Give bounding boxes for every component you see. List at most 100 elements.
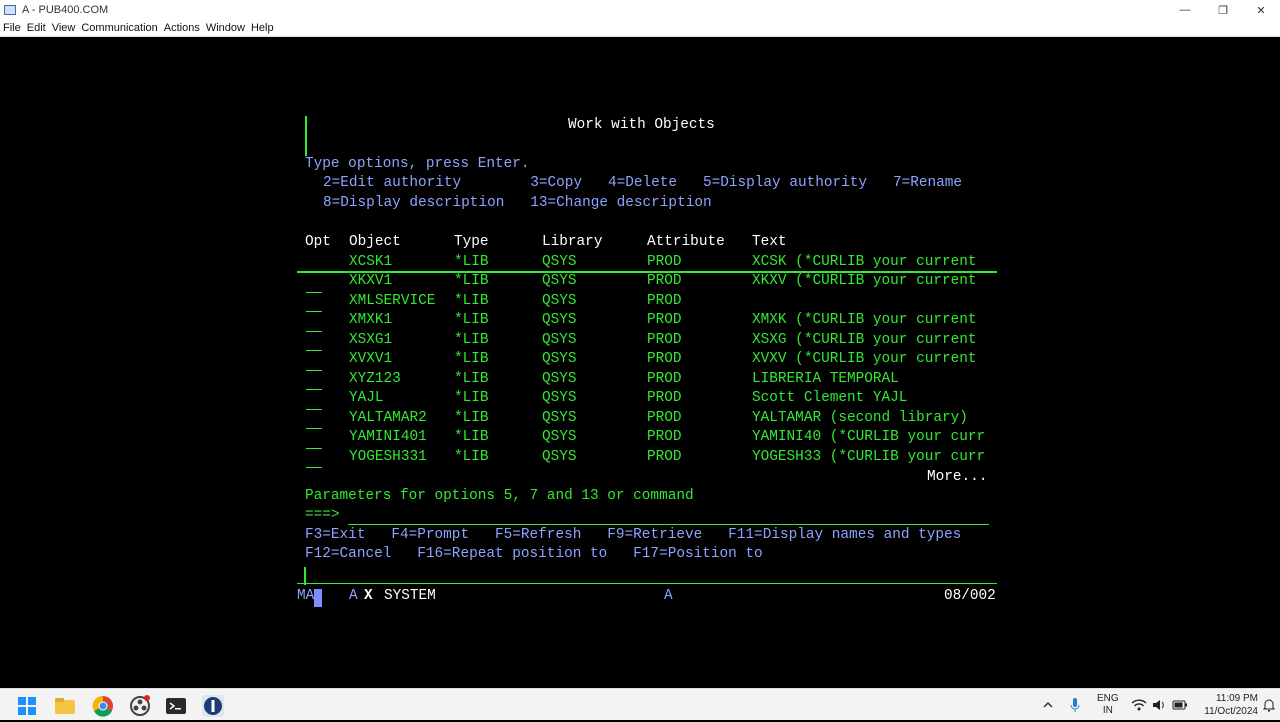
microphone-icon[interactable] (1068, 689, 1082, 721)
clock-date: 11/Oct/2024 (1204, 706, 1258, 717)
language-indicator[interactable]: ENG IN (1097, 689, 1119, 721)
row-text: XCSK (*CURLIB your current (752, 254, 977, 270)
opt-field[interactable] (306, 292, 322, 293)
terminal-icon[interactable] (165, 695, 187, 717)
row-object: XSXG1 (349, 332, 393, 348)
row-library: QSYS (542, 371, 577, 387)
cursor-position: 08/002 (944, 588, 996, 604)
row-library: QSYS (542, 351, 577, 367)
row-library: QSYS (542, 410, 577, 426)
maximize-button[interactable]: ❐ (1204, 0, 1242, 20)
row-library: QSYS (542, 429, 577, 445)
row-type: *LIB (454, 312, 489, 328)
menu-help[interactable]: Help (251, 22, 274, 34)
status-mid: A (664, 588, 673, 604)
header-attribute: Attribute (647, 234, 725, 250)
row-type: *LIB (454, 332, 489, 348)
close-button[interactable]: ✕ (1242, 0, 1280, 20)
window-titlebar: A - PUB400.COM — ❐ ✕ (0, 0, 1280, 20)
menu-actions[interactable]: Actions (164, 22, 200, 34)
screen-left-border (305, 116, 307, 156)
header-opt: Opt (305, 234, 331, 250)
volume-icon[interactable] (1151, 689, 1167, 721)
header-library: Library (542, 234, 603, 250)
clock-time: 11:09 PM (1215, 693, 1258, 704)
row-attribute: PROD (647, 254, 682, 270)
row-type: *LIB (454, 254, 489, 270)
options-line-2: 8=Display description 13=Change descript… (323, 195, 712, 211)
row-object: XVXV1 (349, 351, 393, 367)
wifi-icon[interactable] (1131, 689, 1147, 721)
notification-bell-icon[interactable] (1263, 689, 1275, 721)
row-object: XCSK1 (349, 254, 393, 270)
ibm-acs-icon[interactable] (202, 695, 224, 717)
row-type: *LIB (454, 410, 489, 426)
opt-field[interactable] (306, 389, 322, 390)
row-type: *LIB (454, 429, 489, 445)
row-text: XVXV (*CURLIB your current (752, 351, 977, 367)
header-type: Type (454, 234, 489, 250)
row-object: YALTAMAR2 (349, 410, 427, 426)
row-text: YOGESH33 (*CURLIB your curr (752, 449, 986, 465)
row-text: XKXV (*CURLIB your current (752, 273, 977, 289)
status-left: MA (297, 588, 315, 604)
more-indicator: More... (927, 469, 988, 485)
windows-start-icon[interactable] (16, 695, 38, 717)
row-text: XMXK (*CURLIB your current (752, 312, 977, 328)
chrome-icon[interactable] (92, 695, 114, 717)
row-attribute: PROD (647, 449, 682, 465)
text-cursor (314, 589, 322, 607)
row-text: XSXG (*CURLIB your current (752, 332, 977, 348)
taskbar-clock[interactable]: 11:09 PM 11/Oct/2024 (1204, 692, 1258, 718)
region-code: IN (1102, 705, 1113, 716)
battery-icon[interactable] (1172, 689, 1188, 721)
opt-field[interactable] (306, 448, 322, 449)
terminal-screen[interactable]: Work with Objects Type options, press En… (0, 37, 1280, 688)
status-system: SYSTEM (384, 588, 436, 604)
menu-communication[interactable]: Communication (81, 22, 157, 34)
window-title: A - PUB400.COM (22, 4, 109, 16)
file-explorer-icon[interactable] (54, 695, 76, 717)
screen-title: Work with Objects (568, 117, 715, 133)
row-object: YAJL (349, 390, 384, 406)
opt-field[interactable] (306, 467, 322, 468)
row-type: *LIB (454, 293, 489, 309)
opt-field[interactable] (306, 370, 322, 371)
row-type: *LIB (454, 351, 489, 367)
taskbar: ENG IN 11:09 PM 11/Oct/2024 (0, 688, 1280, 720)
opt-field[interactable] (306, 409, 322, 410)
menu-edit[interactable]: Edit (27, 22, 46, 34)
system-x-icon: X (364, 588, 373, 604)
menu-window[interactable]: Window (206, 22, 245, 34)
command-input[interactable] (348, 524, 989, 525)
header-text: Text (752, 234, 787, 250)
minimize-button[interactable]: — (1166, 0, 1204, 20)
parameters-label: Parameters for options 5, 7 and 13 or co… (305, 488, 694, 504)
row-attribute: PROD (647, 410, 682, 426)
menu-file[interactable]: File (3, 22, 21, 34)
row-object: YOGESH331 (349, 449, 427, 465)
window-controls: — ❐ ✕ (1166, 0, 1280, 20)
opt-field[interactable] (306, 331, 322, 332)
obs-app-icon[interactable] (129, 695, 151, 717)
row-attribute: PROD (647, 351, 682, 367)
opt-field[interactable] (306, 428, 322, 429)
language-code: ENG (1097, 693, 1119, 704)
row-attribute: PROD (647, 371, 682, 387)
opt-field[interactable] (306, 272, 322, 273)
row-attribute: PROD (647, 273, 682, 289)
function-keys-line-2: F12=Cancel F16=Repeat position to F17=Po… (305, 546, 763, 562)
opt-field[interactable] (306, 350, 322, 351)
options-line-1: 2=Edit authority 3=Copy 4=Delete 5=Displ… (323, 175, 963, 191)
row-object: XYZ123 (349, 371, 401, 387)
header-object: Object (349, 234, 401, 250)
row-type: *LIB (454, 390, 489, 406)
row-type: *LIB (454, 273, 489, 289)
opt-field[interactable] (306, 311, 322, 312)
show-hidden-icons[interactable] (1041, 689, 1055, 721)
row-text: LIBRERIA TEMPORAL (752, 371, 899, 387)
status-session: A (349, 588, 358, 604)
menu-view[interactable]: View (52, 22, 76, 34)
row-attribute: PROD (647, 429, 682, 445)
row-library: QSYS (542, 449, 577, 465)
